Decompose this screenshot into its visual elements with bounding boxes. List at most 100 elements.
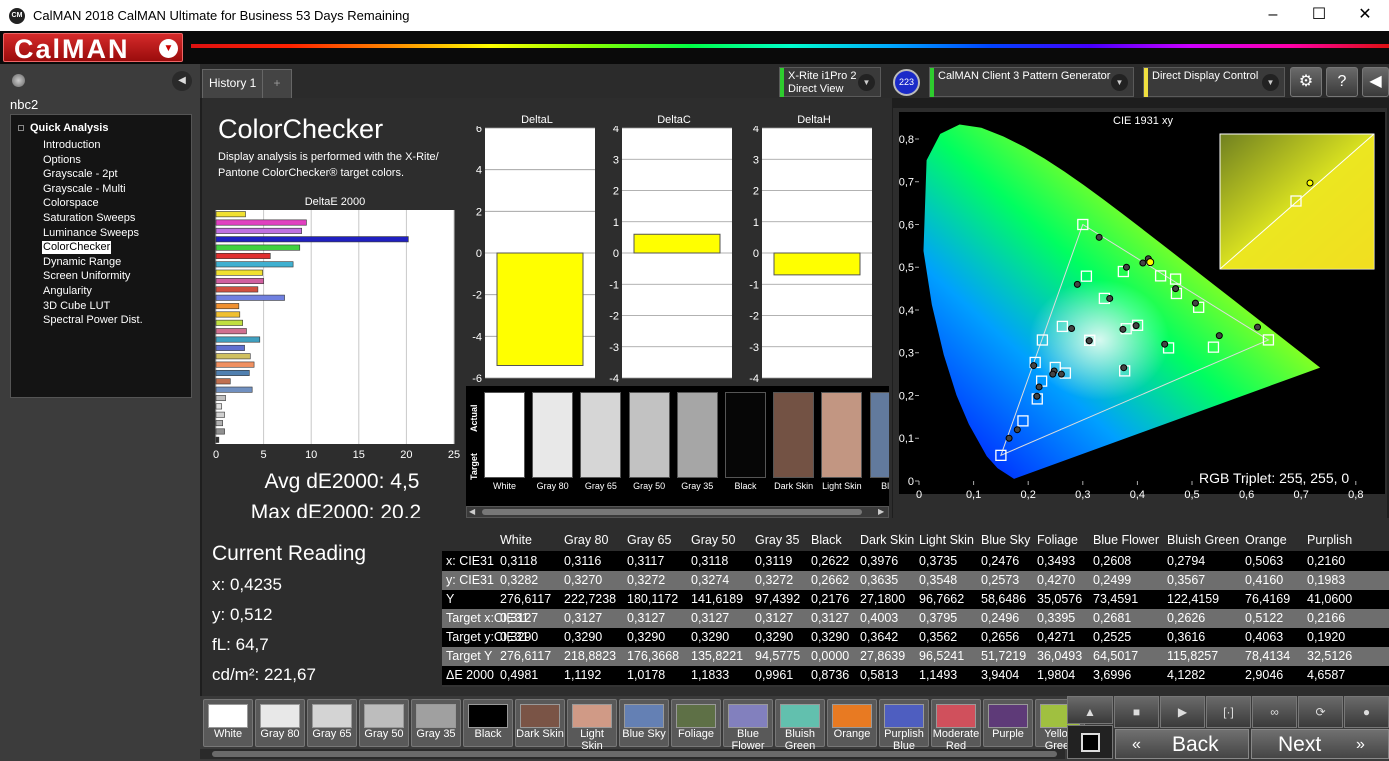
tiles-scrollbar[interactable] (200, 749, 1065, 759)
pattern-generator-selector[interactable]: CalMAN Client 3 Pattern Generator ▼ (929, 67, 1134, 97)
deltae-bar (215, 403, 223, 410)
column-header[interactable]: Purplish (1307, 531, 1352, 550)
sidebar-item[interactable]: Grayscale - 2pt (42, 168, 119, 181)
record-icon[interactable]: ● (1344, 696, 1389, 728)
table-cell: 0,2496 (981, 611, 1020, 625)
tree-expander-icon[interactable] (18, 125, 24, 131)
next-button[interactable]: Next » (1251, 729, 1389, 759)
table-cell: 0,1920 (1307, 630, 1346, 644)
actual-marker (1057, 370, 1065, 378)
sidebar-item[interactable]: Colorspace (42, 197, 100, 210)
tree-root[interactable]: Quick Analysis (30, 122, 108, 134)
patch-tile[interactable]: Foliage (671, 699, 721, 747)
patch-tile[interactable]: Light Skin (567, 699, 617, 752)
table-cell: 0,3274 (691, 573, 730, 587)
column-header[interactable]: Gray 35 (755, 531, 799, 550)
deltae-chart-title: DeltaE 2000 (304, 196, 366, 208)
patch-tile[interactable]: Gray 50 (359, 699, 409, 747)
table-cell: 0,3567 (1167, 573, 1206, 587)
column-header[interactable]: Gray 65 (627, 531, 671, 550)
deltac-y-tick: -3 (609, 342, 619, 354)
patch-swatch (260, 704, 300, 728)
collapse-panel-icon[interactable]: ◀ (1362, 67, 1389, 97)
tab-history-1[interactable]: History 1 (202, 69, 264, 98)
column-header[interactable]: Bluish Green (1167, 531, 1239, 550)
deltal-title: DeltaL (521, 114, 553, 126)
swatch-scrollbar[interactable]: ◀ ▶ (466, 506, 889, 518)
patch-label: Blue Sky (622, 728, 666, 740)
deltae-x-tick: 0 (213, 449, 219, 461)
help-icon[interactable]: ? (1326, 67, 1358, 97)
patch-tile[interactable]: Orange (827, 699, 877, 747)
column-header[interactable]: Orange (1245, 531, 1287, 550)
column-header[interactable]: White (500, 531, 532, 550)
scroll-right-icon[interactable]: ▶ (878, 507, 886, 516)
sidebar-item[interactable]: Luminance Sweeps (42, 227, 140, 240)
patch-tile[interactable]: Gray 65 (307, 699, 357, 747)
cie-y-tick: 0,2 (899, 390, 914, 402)
meter-badge[interactable]: 223 (893, 69, 920, 96)
column-header[interactable]: Dark Skin (860, 531, 914, 550)
collapse-sidebar-icon[interactable]: ◀ (172, 71, 192, 91)
play-icon[interactable]: ▶ (1160, 696, 1205, 728)
patch-tile[interactable]: White (203, 699, 253, 747)
column-header[interactable]: Light Skin (919, 531, 974, 550)
minimize-button[interactable]: – (1250, 4, 1296, 28)
column-header[interactable]: Black (811, 531, 842, 550)
measure-icon[interactable]: [·] (1206, 696, 1251, 728)
meter-selector[interactable]: X-Rite i1Pro 2 Direct View ▼ (779, 67, 881, 97)
patch-tile[interactable]: Gray 35 (411, 699, 461, 747)
sidebar-item[interactable]: Options (42, 154, 82, 167)
column-header[interactable]: Foliage (1037, 531, 1078, 550)
sidebar-item[interactable]: Introduction (42, 139, 101, 152)
avg-deltae: Avg dE2000: 4,5 (264, 470, 420, 493)
sidebar-item[interactable]: Saturation Sweeps (42, 212, 136, 225)
stop-icon[interactable] (1067, 725, 1113, 759)
sidebar-item[interactable]: ColorChecker (42, 241, 112, 255)
column-header[interactable]: Gray 50 (691, 531, 735, 550)
status-dot-icon[interactable] (12, 74, 25, 87)
column-header[interactable]: Gray 80 (564, 531, 608, 550)
patch-tile[interactable]: Purplish Blue (879, 699, 929, 752)
patch-tile[interactable]: Purple (983, 699, 1033, 747)
stop-button-icon[interactable]: ■ (1114, 696, 1159, 728)
gear-icon[interactable]: ⚙ (1290, 67, 1322, 97)
scroll-left-icon[interactable]: ◀ (469, 507, 477, 516)
table-scrollbar[interactable] (442, 685, 1389, 687)
back-button[interactable]: « Back (1115, 729, 1249, 759)
display-selector[interactable]: Direct Display Control ▼ (1143, 67, 1285, 97)
sidebar-item[interactable]: 3D Cube LUT (42, 300, 111, 313)
scrollbar-thumb[interactable] (482, 509, 862, 515)
patch-tile[interactable]: Blue Sky (619, 699, 669, 747)
scrollbar-thumb[interactable] (212, 751, 1057, 757)
column-header[interactable]: Blue Flower (1093, 531, 1159, 550)
table-cell: 0,4063 (1245, 630, 1284, 644)
swatch (676, 392, 718, 478)
column-header[interactable]: Blue Sky (981, 531, 1030, 550)
patch-tile[interactable]: Blue Flower (723, 699, 773, 752)
patch-tile[interactable]: Dark Skin (515, 699, 565, 747)
sidebar-item[interactable]: Dynamic Range (42, 256, 122, 269)
calman-menu-button[interactable]: CalMAN ▼ (3, 33, 183, 64)
table-cell: 1,1192 (564, 668, 602, 682)
sidebar-item[interactable]: Spectral Power Dist. (42, 314, 144, 327)
table-cell: 0,3116 (564, 554, 602, 568)
continuous-icon[interactable]: ∞ (1252, 696, 1297, 728)
up-arrow-icon[interactable]: ▲ (1067, 696, 1113, 724)
table-cell: 0,4270 (1037, 573, 1076, 587)
sidebar-item[interactable]: Angularity (42, 285, 93, 298)
table-cell: 180,1172 (627, 592, 679, 606)
sidebar-item[interactable]: Screen Uniformity (42, 270, 131, 283)
sidebar-item[interactable]: Grayscale - Multi (42, 183, 127, 196)
patch-tile[interactable]: Moderate Red (931, 699, 981, 752)
refresh-icon[interactable]: ⟳ (1298, 696, 1343, 728)
sidebar: ◀ nbc2 Quick Analysis Introduction Option… (0, 64, 200, 761)
patch-tile[interactable]: Gray 80 (255, 699, 305, 747)
add-tab-button[interactable]: + (262, 69, 292, 98)
patch-tile[interactable]: Bluish Green (775, 699, 825, 752)
chevron-down-icon: ▼ (159, 39, 178, 58)
maximize-button[interactable]: ☐ (1296, 4, 1342, 28)
close-button[interactable]: ✕ (1342, 4, 1388, 28)
table-cell: 0,2656 (981, 630, 1020, 644)
patch-tile[interactable]: Black (463, 699, 513, 747)
